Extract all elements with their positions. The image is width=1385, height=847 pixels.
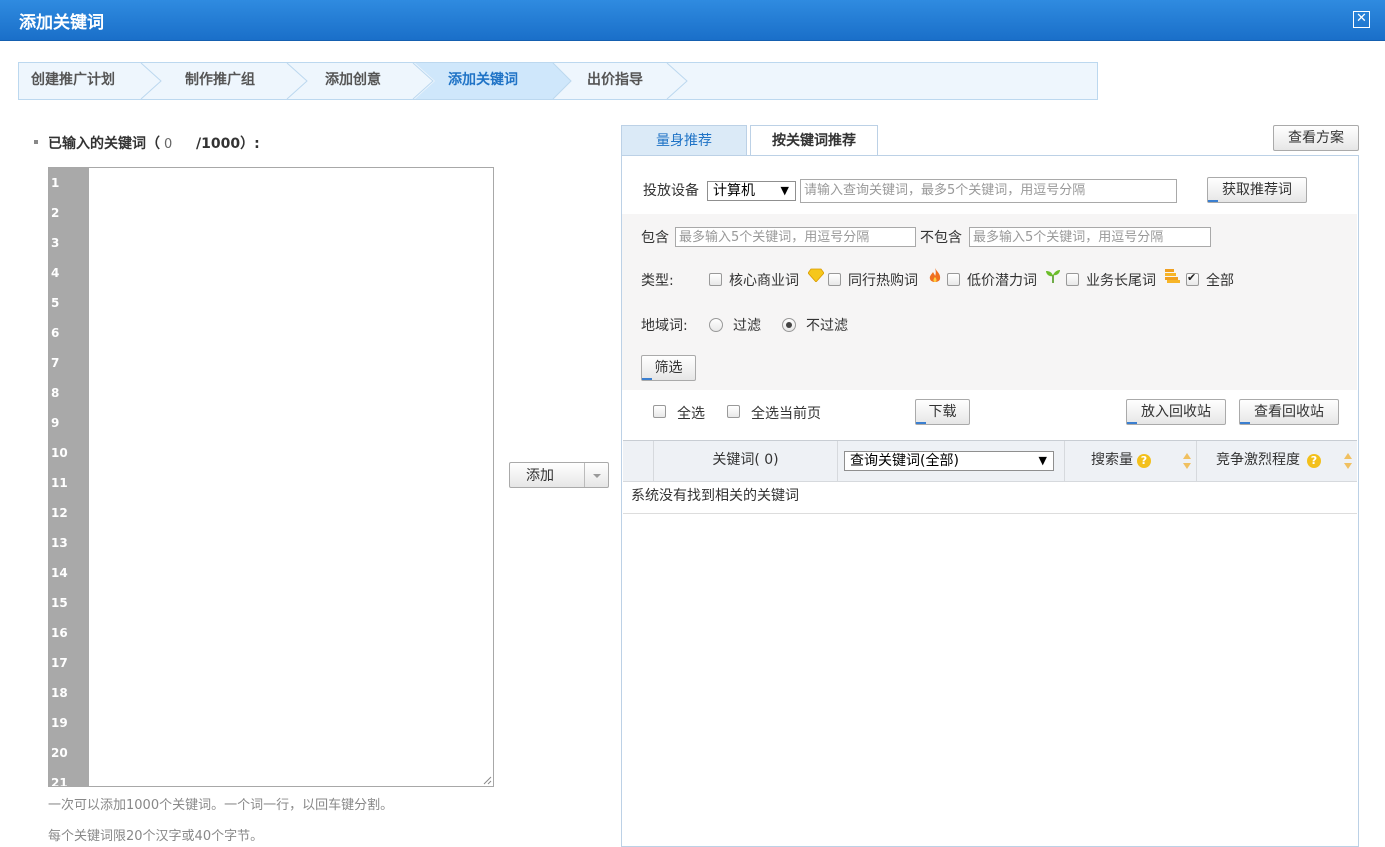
download-button[interactable]: 下载 — [915, 399, 970, 425]
step-separator — [411, 63, 435, 99]
exclude-label: 不包含 — [920, 230, 962, 246]
type-core-label: 核心商业词 — [729, 273, 799, 289]
tab-tailored[interactable]: 量身推荐 — [621, 125, 747, 156]
hint-text: 一次可以添加1000个关键词。一个词一行，以回车键分割。 — [48, 798, 394, 813]
line-number: 9 — [51, 416, 60, 430]
select-all-checkbox[interactable] — [653, 405, 666, 418]
region-filter-label: 过滤 — [733, 318, 761, 334]
line-number: 8 — [51, 386, 60, 400]
line-number: 3 — [51, 236, 60, 250]
exclude-input[interactable]: 最多输入5个关键词，用逗号分隔 — [969, 227, 1211, 247]
keyword-count: 0 — [164, 137, 173, 152]
add-button[interactable]: 添加 — [509, 462, 609, 488]
view-recycle-button[interactable]: 查看回收站 — [1239, 399, 1339, 425]
header-select-cell — [623, 441, 654, 481]
line-number: 15 — [51, 596, 68, 610]
type-lowprice-label: 低价潜力词 — [967, 273, 1037, 289]
step-add-creative: 添加创意 — [325, 72, 381, 88]
resize-grip-icon[interactable] — [482, 775, 492, 785]
header-keyword: 关键词( 0) — [654, 441, 838, 481]
sort-icon[interactable] — [1343, 452, 1353, 470]
region-nofilter-radio[interactable] — [782, 318, 796, 332]
device-label: 投放设备 — [643, 183, 699, 199]
empty-table-message: 系统没有找到相关的关键词 — [623, 481, 1357, 514]
hint-text: 每个关键词限20个汉字或40个字节。 — [48, 829, 264, 844]
include-input[interactable]: 最多输入5个关键词，用逗号分隔 — [675, 227, 916, 247]
dropdown-arrow-icon: ▼ — [780, 184, 789, 197]
type-all-checkbox[interactable] — [1186, 271, 1199, 286]
step-bid-guide: 出价指导 — [587, 72, 643, 88]
step-progress: 创建推广计划 制作推广组 添加创意 添加关键词 出价指导 — [18, 62, 1098, 100]
step-separator — [286, 63, 308, 99]
line-number-gutter: 1 2 3 4 5 6 7 8 9 10 11 12 13 14 15 16 17 18 19 20 21 — [49, 168, 89, 786]
select-page-label: 全选当前页 — [751, 406, 821, 422]
add-dropdown-toggle[interactable] — [584, 463, 609, 487]
line-number: 4 — [51, 266, 60, 280]
type-core-checkbox[interactable] — [709, 273, 722, 286]
step-separator — [140, 63, 162, 99]
region-filter-radio[interactable] — [709, 318, 723, 332]
close-icon[interactable]: ✕ — [1353, 11, 1370, 28]
diamond-icon — [808, 268, 824, 282]
step-make-group: 制作推广组 — [185, 72, 255, 88]
tab-by-keyword[interactable]: 按关键词推荐 — [750, 125, 878, 157]
line-number: 5 — [51, 296, 60, 310]
line-number: 21 — [51, 776, 68, 787]
window-title: 添加关键词 — [19, 13, 104, 33]
filter-button[interactable]: 筛选 — [641, 355, 696, 381]
bullet-icon — [34, 140, 38, 144]
help-icon[interactable]: ? — [1137, 454, 1151, 468]
chevron-down-icon — [593, 474, 601, 478]
step-separator — [666, 63, 688, 99]
line-number: 17 — [51, 656, 68, 670]
line-number: 1 — [51, 176, 60, 190]
coins-icon — [1165, 269, 1180, 283]
device-select[interactable]: 计算机 ▼ — [707, 181, 796, 201]
type-longtail-checkbox[interactable] — [1066, 273, 1079, 286]
type-all-label: 全部 — [1206, 273, 1234, 289]
query-keyword-input[interactable]: 请输入查询关键词，最多5个关键词，用逗号分隔 — [800, 179, 1177, 203]
put-recycle-button[interactable]: 放入回收站 — [1126, 399, 1226, 425]
header-query-cell: 查询关键词(全部) ▼ — [838, 441, 1065, 481]
fetch-recommend-button[interactable]: 获取推荐词 — [1207, 177, 1307, 203]
title-bar: 添加关键词 ✕ — [0, 0, 1385, 41]
keyword-textarea[interactable]: 1 2 3 4 5 6 7 8 9 10 11 12 13 14 15 16 17 18 19 20 21 — [48, 167, 494, 787]
line-number: 2 — [51, 206, 60, 220]
type-hot-checkbox[interactable] — [828, 273, 841, 286]
query-keyword-select[interactable]: 查询关键词(全部) ▼ — [844, 451, 1054, 471]
region-label: 地域词: — [641, 318, 688, 334]
type-longtail-label: 业务长尾词 — [1086, 273, 1156, 289]
keyword-table-header: 关键词( 0) 查询关键词(全部) ▼ 搜索量 ? 竞争激烈程度 ? — [623, 440, 1357, 482]
region-nofilter-label: 不过滤 — [806, 318, 848, 334]
line-number: 7 — [51, 356, 60, 370]
line-number: 20 — [51, 746, 68, 760]
line-number: 19 — [51, 716, 68, 730]
header-competition[interactable]: 竞争激烈程度 ? — [1197, 441, 1357, 481]
line-number: 6 — [51, 326, 60, 340]
type-lowprice-checkbox[interactable] — [947, 273, 960, 286]
flame-icon — [929, 268, 941, 282]
select-all-label: 全选 — [677, 406, 705, 422]
dropdown-arrow-icon: ▼ — [1038, 454, 1047, 467]
type-label: 类型: — [641, 273, 674, 289]
keyword-count-label: 已输入的关键词（ 0/1000）: — [48, 136, 260, 152]
help-icon[interactable]: ? — [1307, 454, 1321, 468]
line-number: 16 — [51, 626, 68, 640]
header-search-volume[interactable]: 搜索量 ? — [1065, 441, 1197, 481]
view-plan-button[interactable]: 查看方案 — [1273, 125, 1359, 151]
line-number: 13 — [51, 536, 68, 550]
line-number: 11 — [51, 476, 68, 490]
include-label: 包含 — [641, 230, 669, 246]
step-separator — [549, 63, 572, 99]
sprout-icon — [1046, 270, 1060, 283]
type-hot-label: 同行热购词 — [848, 273, 918, 289]
line-number: 18 — [51, 686, 68, 700]
sort-icon[interactable] — [1182, 452, 1192, 470]
step-create-plan: 创建推广计划 — [31, 72, 115, 88]
select-page-checkbox[interactable] — [727, 405, 740, 418]
line-number: 10 — [51, 446, 68, 460]
line-number: 14 — [51, 566, 68, 580]
line-number: 12 — [51, 506, 68, 520]
